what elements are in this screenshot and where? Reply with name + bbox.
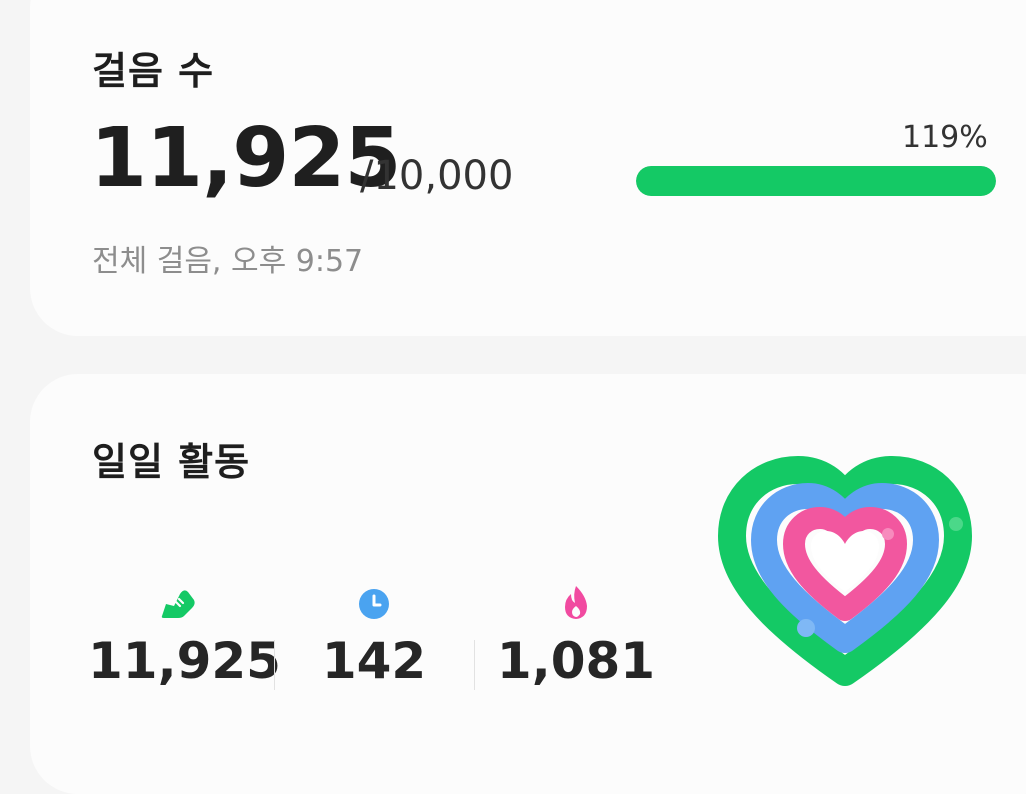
stat-divider: [474, 640, 475, 690]
calories-value: 1,081: [496, 632, 656, 690]
activity-stat-minutes: 142: [294, 582, 454, 686]
steps-card-title: 걸음 수: [92, 49, 215, 93]
minutes-value: 142: [321, 632, 427, 690]
daily-activity-card[interactable]: 일일 활동 11,925 142 1,081: [30, 374, 1026, 794]
shoe-icon: [161, 590, 195, 618]
steps-card[interactable]: 걸음 수 11,925 /10,000 전체 걸음, 오후 9:57 119%: [30, 0, 1026, 336]
activity-stat-steps: 11,925: [88, 582, 281, 690]
progress-percent: 119%: [902, 120, 988, 155]
steps-subtitle: 전체 걸음, 오후 9:57: [92, 244, 364, 279]
activity-stat-calories: 1,081: [496, 582, 656, 686]
steps-value: 11,925: [88, 632, 281, 690]
step-count: 11,925: [90, 111, 401, 206]
progress-bar-fill: [636, 166, 996, 196]
daily-activity-title: 일일 활동: [92, 440, 251, 484]
progress-bar: [636, 166, 996, 196]
clock-icon: [359, 589, 389, 619]
step-goal: /10,000: [360, 153, 514, 199]
activity-rings-heart[interactable]: [710, 450, 980, 690]
flame-icon: [565, 586, 587, 619]
stat-divider: [274, 640, 275, 690]
